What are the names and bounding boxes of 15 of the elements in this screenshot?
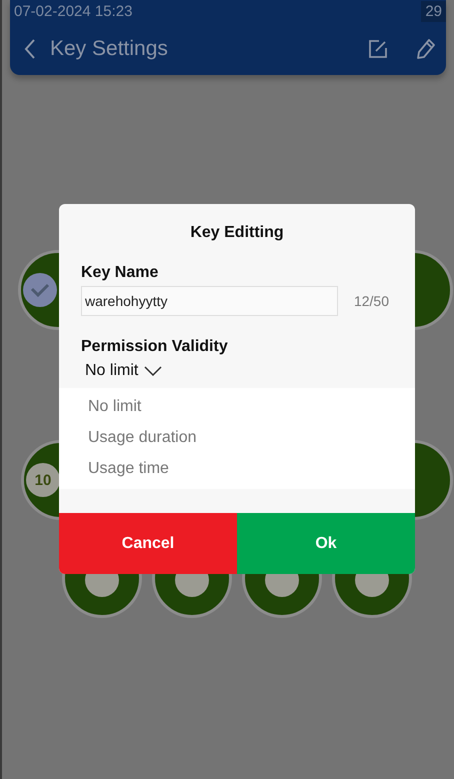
ok-button[interactable]: Ok (237, 513, 415, 574)
key-number: 10 (26, 463, 60, 497)
dialog-title: Key Editting (189, 223, 285, 243)
page-title: Key Settings (50, 36, 169, 60)
dropdown-option[interactable]: Usage duration (59, 423, 415, 454)
battery-level: 29 (421, 0, 446, 22)
validity-dropdown[interactable]: No limit (59, 356, 188, 388)
key-name-label: Key Name (80, 264, 160, 282)
dropdown-option[interactable]: No limit (59, 392, 415, 423)
cancel-button[interactable]: Cancel (59, 513, 237, 574)
char-counter: 12/50 (354, 293, 390, 309)
status-time: 07-02-2024 15:23 (13, 2, 132, 20)
validity-label: Permission Validity (80, 338, 229, 356)
key-name-field[interactable]: warehohyytty (81, 286, 338, 316)
dropdown-option[interactable]: Usage time (59, 454, 415, 485)
